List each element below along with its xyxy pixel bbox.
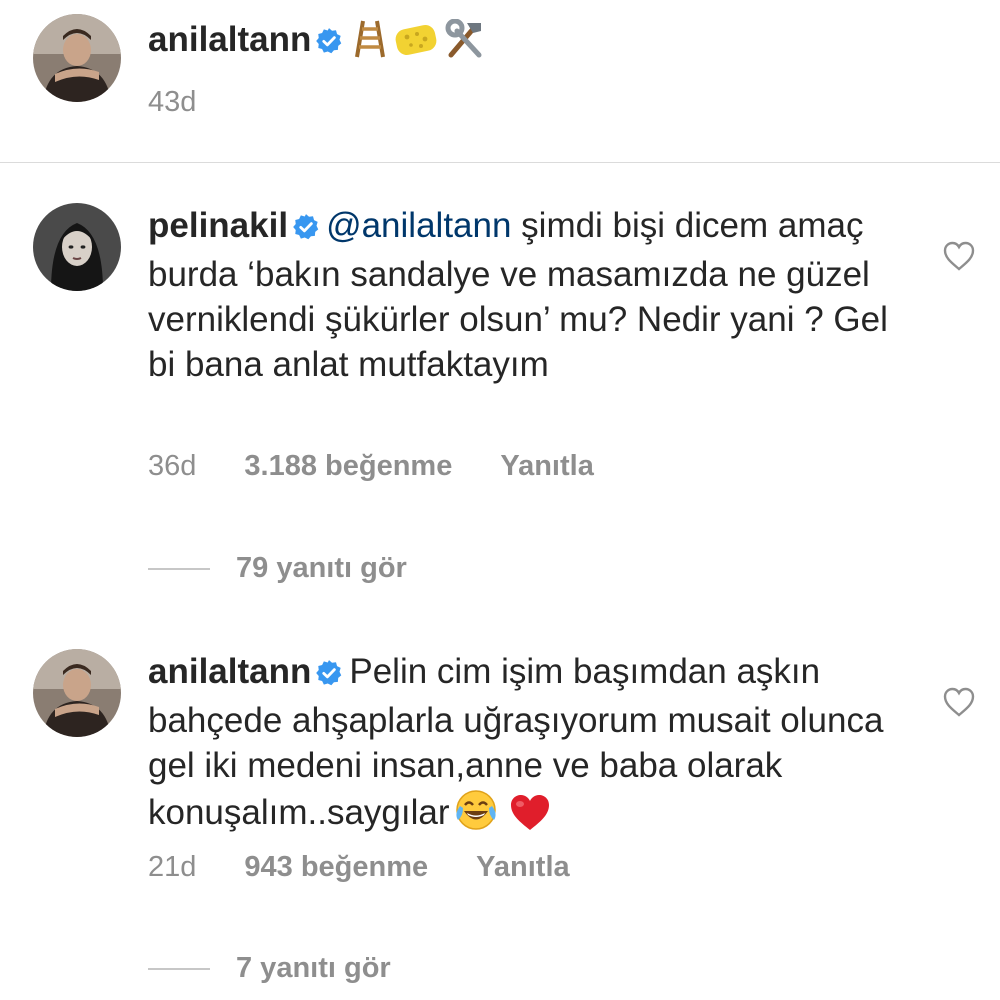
view-replies-label: 79 yanıtı gör xyxy=(236,552,407,584)
verified-badge-icon xyxy=(315,653,343,698)
joy-icon xyxy=(454,788,498,843)
mention-link[interactable]: @anilaltann xyxy=(326,206,511,245)
username[interactable]: anilaltann xyxy=(148,652,311,691)
post-caption: anilaltann xyxy=(148,14,487,74)
avatar[interactable] xyxy=(33,649,121,737)
reply-button[interactable]: Yanıtla xyxy=(476,851,570,884)
comment-meta: 21d 943 beğenme Yanıtla xyxy=(148,851,570,884)
likes-count[interactable]: 943 beğenme xyxy=(244,851,428,884)
avatar[interactable] xyxy=(33,203,121,291)
comment-meta: 36d 3.188 beğenme Yanıtla xyxy=(148,450,594,483)
comment-text: anilaltann Pelin cim işim başımdan aşkın … xyxy=(148,649,918,843)
red-heart-icon xyxy=(508,792,552,843)
view-replies-button[interactable]: 7 yanıtı gör xyxy=(148,952,391,985)
like-heart-icon[interactable] xyxy=(942,686,976,723)
comment-text: pelinakil @anilaltann şimdi bişi dicem am… xyxy=(148,203,918,387)
username[interactable]: pelinakil xyxy=(148,206,288,245)
reply-button[interactable]: Yanıtla xyxy=(500,450,594,483)
verified-badge-icon xyxy=(315,18,343,70)
sponge-icon xyxy=(393,19,439,74)
avatar[interactable] xyxy=(33,14,121,102)
view-replies-label: 7 yanıtı gör xyxy=(236,952,391,984)
comment-time: 21d xyxy=(148,851,197,883)
post-time: 43d xyxy=(148,86,197,118)
divider xyxy=(0,162,1000,163)
verified-badge-icon xyxy=(292,207,320,252)
username[interactable]: anilaltann xyxy=(148,20,311,59)
replies-line xyxy=(148,968,210,971)
comment-time: 36d xyxy=(148,450,197,482)
ladder-icon xyxy=(353,19,389,74)
like-heart-icon[interactable] xyxy=(942,240,976,277)
likes-count[interactable]: 3.188 beğenme xyxy=(244,450,452,483)
replies-line xyxy=(148,568,210,571)
hammer-wrench-icon xyxy=(443,18,487,74)
view-replies-button[interactable]: 79 yanıtı gör xyxy=(148,552,407,585)
